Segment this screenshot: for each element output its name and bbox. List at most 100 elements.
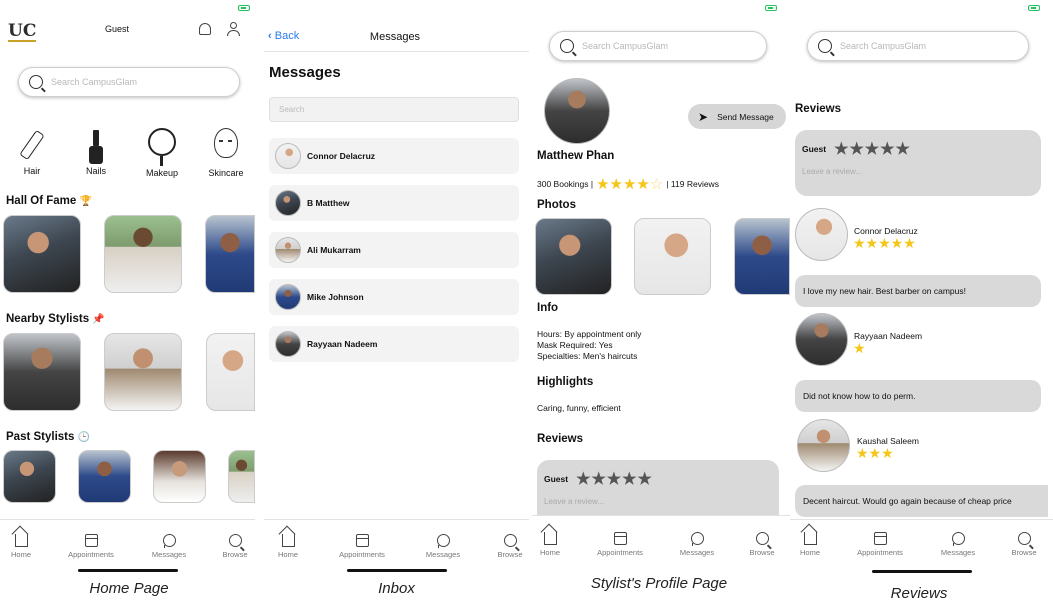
stylist-photo[interactable] — [3, 333, 81, 411]
review-stars: ★★★ — [856, 445, 894, 461]
stylist-photo[interactable] — [205, 215, 255, 293]
chat-icon — [951, 532, 965, 546]
chat-icon — [436, 534, 450, 548]
stylist-photo[interactable] — [3, 450, 56, 503]
conversation-item[interactable]: B Matthew — [269, 185, 519, 221]
search-icon — [29, 75, 43, 89]
conversation-item[interactable]: Connor Delacruz — [269, 138, 519, 174]
conversation-item[interactable]: Ali Mukarram — [269, 232, 519, 268]
tab-messages[interactable]: Messages — [413, 534, 473, 559]
tab-home[interactable]: Home — [264, 534, 318, 559]
tab-messages[interactable]: Messages — [667, 532, 727, 557]
category-skincare[interactable]: Skincare — [204, 128, 248, 178]
category-nails[interactable]: Nails — [78, 130, 114, 176]
calendar-icon — [84, 534, 98, 547]
portfolio-photo[interactable] — [734, 218, 790, 295]
battery-icon — [1028, 5, 1040, 11]
avatar — [275, 190, 301, 216]
tab-messages[interactable]: Messages — [139, 534, 199, 559]
review-text: I love my new hair. Best barber on campu… — [795, 275, 1041, 307]
review-input-card[interactable]: Guest ★★★★★ Leave a review... — [795, 130, 1041, 196]
rating-stars: ★★★★☆ — [596, 176, 664, 193]
tab-appointments[interactable]: Appointments — [61, 534, 121, 559]
stylist-name: Matthew Phan — [537, 150, 615, 162]
rating-row: 300 Bookings | ★★★★☆ | 119 Reviews — [537, 176, 719, 193]
stylist-photo[interactable] — [3, 215, 81, 293]
avatar — [275, 284, 301, 310]
mirror-icon — [148, 128, 176, 166]
reviewer-avatar — [795, 208, 848, 261]
conversation-item[interactable]: Mike Johnson — [269, 279, 519, 315]
category-hair[interactable]: Hair — [14, 129, 50, 176]
calendar-icon — [355, 534, 369, 547]
clock-icon: 🕒 — [77, 432, 91, 443]
send-message-button[interactable]: ➤ Send Message — [688, 104, 786, 129]
hair-clipper-icon — [19, 129, 45, 161]
info-list: Hours: By appointment only Mask Required… — [537, 329, 642, 361]
tab-browse[interactable]: Browse — [994, 532, 1053, 557]
stylist-photo[interactable] — [206, 333, 255, 411]
conversation-item[interactable]: Rayyaan Nadeem — [269, 326, 519, 362]
caption-reviews: Reviews — [890, 585, 948, 602]
stylist-photo[interactable] — [104, 333, 182, 411]
calendar-icon — [873, 532, 887, 545]
tab-home[interactable]: Home — [532, 532, 580, 557]
search-input[interactable]: Search CampusGlam — [549, 31, 767, 61]
search-icon — [818, 39, 832, 53]
tab-home[interactable]: Home — [0, 534, 51, 559]
divider — [264, 51, 529, 52]
stylist-photo[interactable] — [104, 215, 182, 293]
tab-browse[interactable]: Browse — [205, 534, 255, 559]
rating-input-stars: ★★★★★ — [576, 471, 653, 488]
avatar — [275, 237, 301, 263]
bell-icon[interactable] — [199, 23, 211, 35]
search-icon — [228, 534, 242, 547]
inbox-screen: ‹ Back Messages Messages Search Connor D… — [264, 0, 529, 575]
stylist-photo[interactable] — [78, 450, 131, 503]
search-icon — [503, 534, 517, 547]
photos-heading: Photos — [537, 199, 576, 211]
profile-avatar — [544, 78, 610, 144]
battery-icon — [765, 5, 777, 11]
rating-input-stars: ★★★★★ — [834, 141, 911, 158]
review-input: Leave a review... — [802, 167, 863, 176]
portfolio-photo[interactable] — [535, 218, 612, 295]
highlights-text: Caring, funny, efficient — [537, 403, 621, 413]
category-makeup[interactable]: Makeup — [142, 128, 182, 178]
home-indicator — [77, 569, 178, 572]
highlights-heading: Highlights — [537, 376, 594, 388]
home-icon — [281, 534, 295, 547]
tab-browse[interactable]: Browse — [732, 532, 790, 557]
tab-bar: Home Appointments Messages Browse — [264, 519, 529, 575]
stylist-photo[interactable] — [228, 450, 255, 503]
reviewer-avatar — [797, 419, 850, 472]
tab-appointments[interactable]: Appointments — [332, 534, 392, 559]
tab-bar: Home Appointments Messages Browse — [790, 519, 1053, 573]
chat-icon — [690, 532, 704, 546]
calendar-icon — [613, 532, 627, 545]
app-logo: UC — [8, 21, 37, 42]
reviewer-avatar — [795, 313, 848, 366]
user-icon[interactable] — [227, 22, 241, 36]
chat-icon — [162, 534, 176, 548]
review-stars: ★★★★★ — [853, 235, 916, 251]
search-input[interactable]: Search — [269, 97, 519, 122]
search-input[interactable]: Search CampusGlam — [18, 67, 240, 97]
avatar — [275, 331, 301, 357]
home-icon — [14, 534, 28, 547]
reviews-heading: Reviews — [537, 433, 584, 445]
tab-appointments[interactable]: Appointments — [850, 532, 910, 557]
portfolio-photo[interactable] — [634, 218, 711, 295]
tab-messages[interactable]: Messages — [928, 532, 988, 557]
tab-home[interactable]: Home — [790, 532, 840, 557]
nearby-stylists-heading: Nearby Stylists 📌 — [6, 313, 105, 325]
caption-inbox: Inbox — [378, 580, 415, 597]
home-indicator — [346, 569, 447, 572]
tab-appointments[interactable]: Appointments — [590, 532, 650, 557]
user-name: Guest — [105, 24, 130, 34]
tab-browse[interactable]: Browse — [480, 534, 529, 559]
caption-profile: Stylist's Profile Page — [590, 575, 728, 592]
search-input[interactable]: Search CampusGlam — [807, 31, 1029, 61]
search-icon — [755, 532, 769, 545]
stylist-photo[interactable] — [153, 450, 206, 503]
